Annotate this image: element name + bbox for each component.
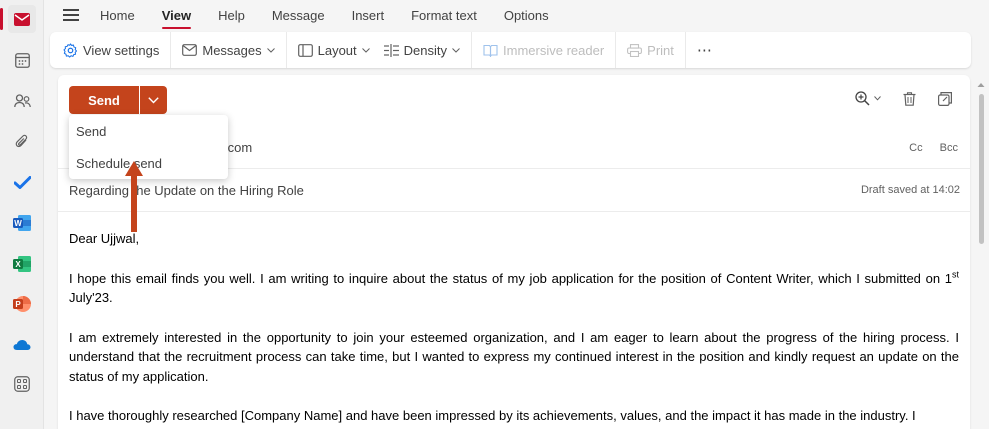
active-indicator bbox=[0, 8, 3, 30]
layout-icon bbox=[297, 43, 313, 57]
hamburger-menu-icon[interactable] bbox=[63, 9, 79, 21]
immersive-reader-icon bbox=[483, 44, 498, 57]
body-paragraph: I am extremely interested in the opportu… bbox=[69, 329, 959, 384]
tab-format-text[interactable]: Format text bbox=[411, 8, 477, 23]
send-button[interactable]: Send bbox=[69, 86, 139, 114]
body-paragraph: I hope this email finds you well. I am w… bbox=[69, 269, 959, 308]
chevron-down-icon bbox=[452, 47, 460, 53]
ordinal-suffix: st bbox=[951, 269, 959, 280]
ribbon-divider bbox=[615, 32, 617, 68]
compose-actions bbox=[833, 91, 952, 106]
pop-out-button[interactable] bbox=[938, 91, 952, 106]
greeting: Dear Ujjwal, bbox=[69, 231, 140, 246]
body-paragraph: I have thoroughly researched [Company Na… bbox=[69, 408, 916, 423]
gear-icon bbox=[63, 42, 78, 58]
messages-label: Messages bbox=[202, 42, 262, 58]
people-icon[interactable] bbox=[8, 87, 36, 115]
svg-text:P: P bbox=[15, 300, 21, 309]
body-text: July'23. bbox=[69, 290, 113, 305]
more-options-label: ⋯ bbox=[696, 42, 713, 59]
messages-button[interactable]: Messages bbox=[175, 36, 281, 64]
svg-text:X: X bbox=[15, 260, 21, 269]
chevron-down-icon bbox=[361, 47, 370, 53]
pop-out-icon bbox=[938, 91, 952, 106]
chevron-down-icon bbox=[148, 96, 159, 103]
view-settings-label: View settings bbox=[83, 42, 160, 58]
scroll-up-icon[interactable] bbox=[977, 81, 985, 89]
ribbon-divider bbox=[471, 32, 473, 68]
app-rail: W X P bbox=[0, 0, 44, 429]
ribbon-toolbar: View settings Messages Layout Density Im… bbox=[50, 32, 971, 68]
print-button[interactable]: Print bbox=[620, 36, 681, 64]
tab-insert[interactable]: Insert bbox=[352, 8, 385, 23]
envelope-icon bbox=[182, 44, 198, 56]
excel-icon[interactable]: X bbox=[8, 250, 36, 278]
cc-bcc-links: Cc Bcc bbox=[895, 142, 958, 154]
layout-label: Layout bbox=[317, 42, 357, 58]
ribbon-divider bbox=[285, 32, 287, 68]
ribbon-divider bbox=[170, 32, 172, 68]
print-label: Print bbox=[647, 42, 674, 58]
tab-help[interactable]: Help bbox=[218, 8, 245, 23]
mail-icon[interactable] bbox=[8, 5, 36, 33]
printer-icon bbox=[627, 43, 643, 57]
density-button[interactable]: Density bbox=[377, 36, 467, 64]
bcc-link[interactable]: Bcc bbox=[940, 142, 958, 154]
ribbon-divider bbox=[684, 32, 686, 68]
tab-home[interactable]: Home bbox=[100, 8, 135, 23]
view-settings-button[interactable]: View settings bbox=[56, 36, 166, 64]
zoom-in-icon bbox=[855, 91, 870, 106]
density-label: Density bbox=[403, 42, 448, 58]
onedrive-icon[interactable] bbox=[8, 331, 36, 359]
calendar-icon[interactable] bbox=[8, 46, 36, 74]
more-apps-icon[interactable] bbox=[8, 370, 36, 398]
chevron-down-icon bbox=[874, 96, 881, 101]
message-body[interactable]: Dear Ujjwal, I hope this email finds you… bbox=[69, 229, 959, 429]
todo-icon[interactable] bbox=[8, 168, 36, 196]
powerpoint-icon[interactable]: P bbox=[8, 290, 36, 318]
svg-text:W: W bbox=[14, 219, 22, 228]
menu-bar: Home View Help Message Insert Format tex… bbox=[44, 0, 989, 30]
menu-item-send[interactable]: Send bbox=[76, 124, 106, 139]
immersive-reader-label: Immersive reader bbox=[503, 42, 605, 58]
attachment-icon[interactable] bbox=[8, 128, 36, 156]
discard-button[interactable] bbox=[903, 91, 916, 106]
send-options-dropdown[interactable] bbox=[140, 86, 167, 114]
tab-message[interactable]: Message bbox=[272, 8, 325, 23]
send-options-menu: Send Schedule send bbox=[69, 115, 228, 179]
annotation-arrow bbox=[125, 161, 143, 232]
tab-view[interactable]: View bbox=[161, 8, 192, 29]
chevron-down-icon bbox=[266, 47, 275, 53]
menu-item-schedule-send[interactable]: Schedule send bbox=[76, 156, 162, 171]
zoom-button[interactable] bbox=[855, 91, 881, 106]
density-icon bbox=[383, 43, 399, 57]
draft-status: Draft saved at 14:02 bbox=[860, 184, 960, 196]
layout-button[interactable]: Layout bbox=[291, 36, 377, 64]
scrollbar-thumb[interactable] bbox=[979, 94, 984, 244]
immersive-reader-button[interactable]: Immersive reader bbox=[476, 36, 611, 64]
trash-icon bbox=[903, 91, 916, 106]
word-icon[interactable]: W bbox=[8, 209, 36, 237]
body-text: I hope this email finds you well. I am w… bbox=[69, 270, 952, 286]
cc-link[interactable]: Cc bbox=[909, 142, 922, 154]
subject-field[interactable]: Regarding the Update on the Hiring Role bbox=[69, 183, 304, 198]
tab-options[interactable]: Options bbox=[504, 8, 549, 23]
more-options-button[interactable]: ⋯ bbox=[690, 36, 720, 64]
